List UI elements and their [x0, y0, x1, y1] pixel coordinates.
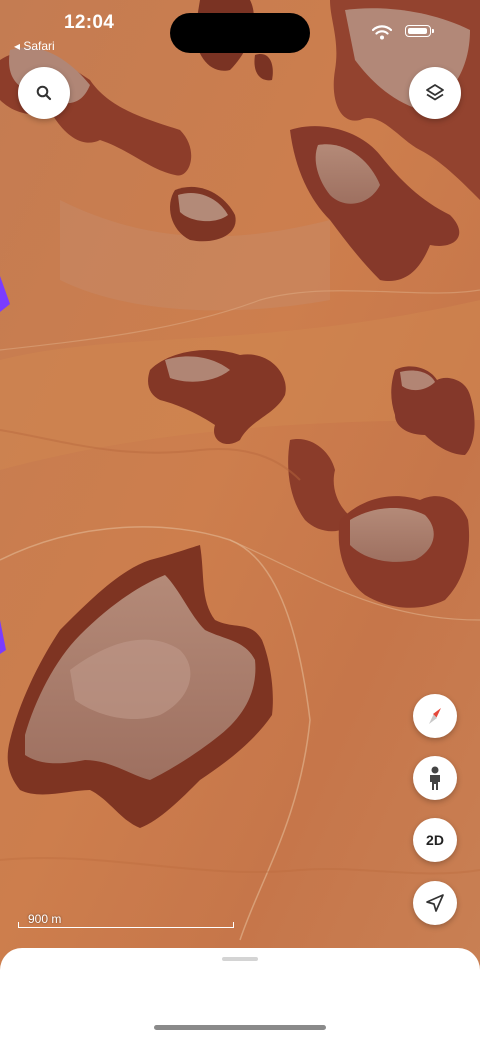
compass-icon [429, 708, 441, 724]
status-bar: 12:04 ◂ Safari [0, 0, 480, 60]
search-button[interactable] [18, 67, 70, 119]
route-marker-edge [0, 276, 10, 312]
route-marker-edge [0, 620, 6, 654]
home-indicator [154, 1025, 326, 1030]
bottom-sheet[interactable] [0, 948, 480, 1040]
compass-button[interactable] [413, 694, 457, 738]
scale-bar [18, 922, 234, 928]
satellite-map[interactable] [0, 0, 480, 1040]
battery-icon [405, 25, 434, 37]
status-time: 12:04 [64, 12, 115, 33]
back-to-safari-link[interactable]: ◂ Safari [14, 39, 55, 53]
layers-icon [426, 84, 444, 101]
map-scale: 900 m [18, 912, 234, 930]
magnifier-icon [36, 85, 52, 101]
view-mode-label: 2D [426, 832, 444, 848]
pegman-icon [430, 766, 440, 790]
street-view-button[interactable] [413, 756, 457, 800]
dynamic-island [170, 13, 310, 53]
layers-button[interactable] [409, 67, 461, 119]
location-arrow-icon [426, 894, 444, 912]
view-mode-2d-button[interactable]: 2D [413, 818, 457, 862]
sheet-grabber[interactable] [222, 957, 258, 961]
wifi-icon [372, 25, 392, 40]
my-location-button[interactable] [413, 881, 457, 925]
